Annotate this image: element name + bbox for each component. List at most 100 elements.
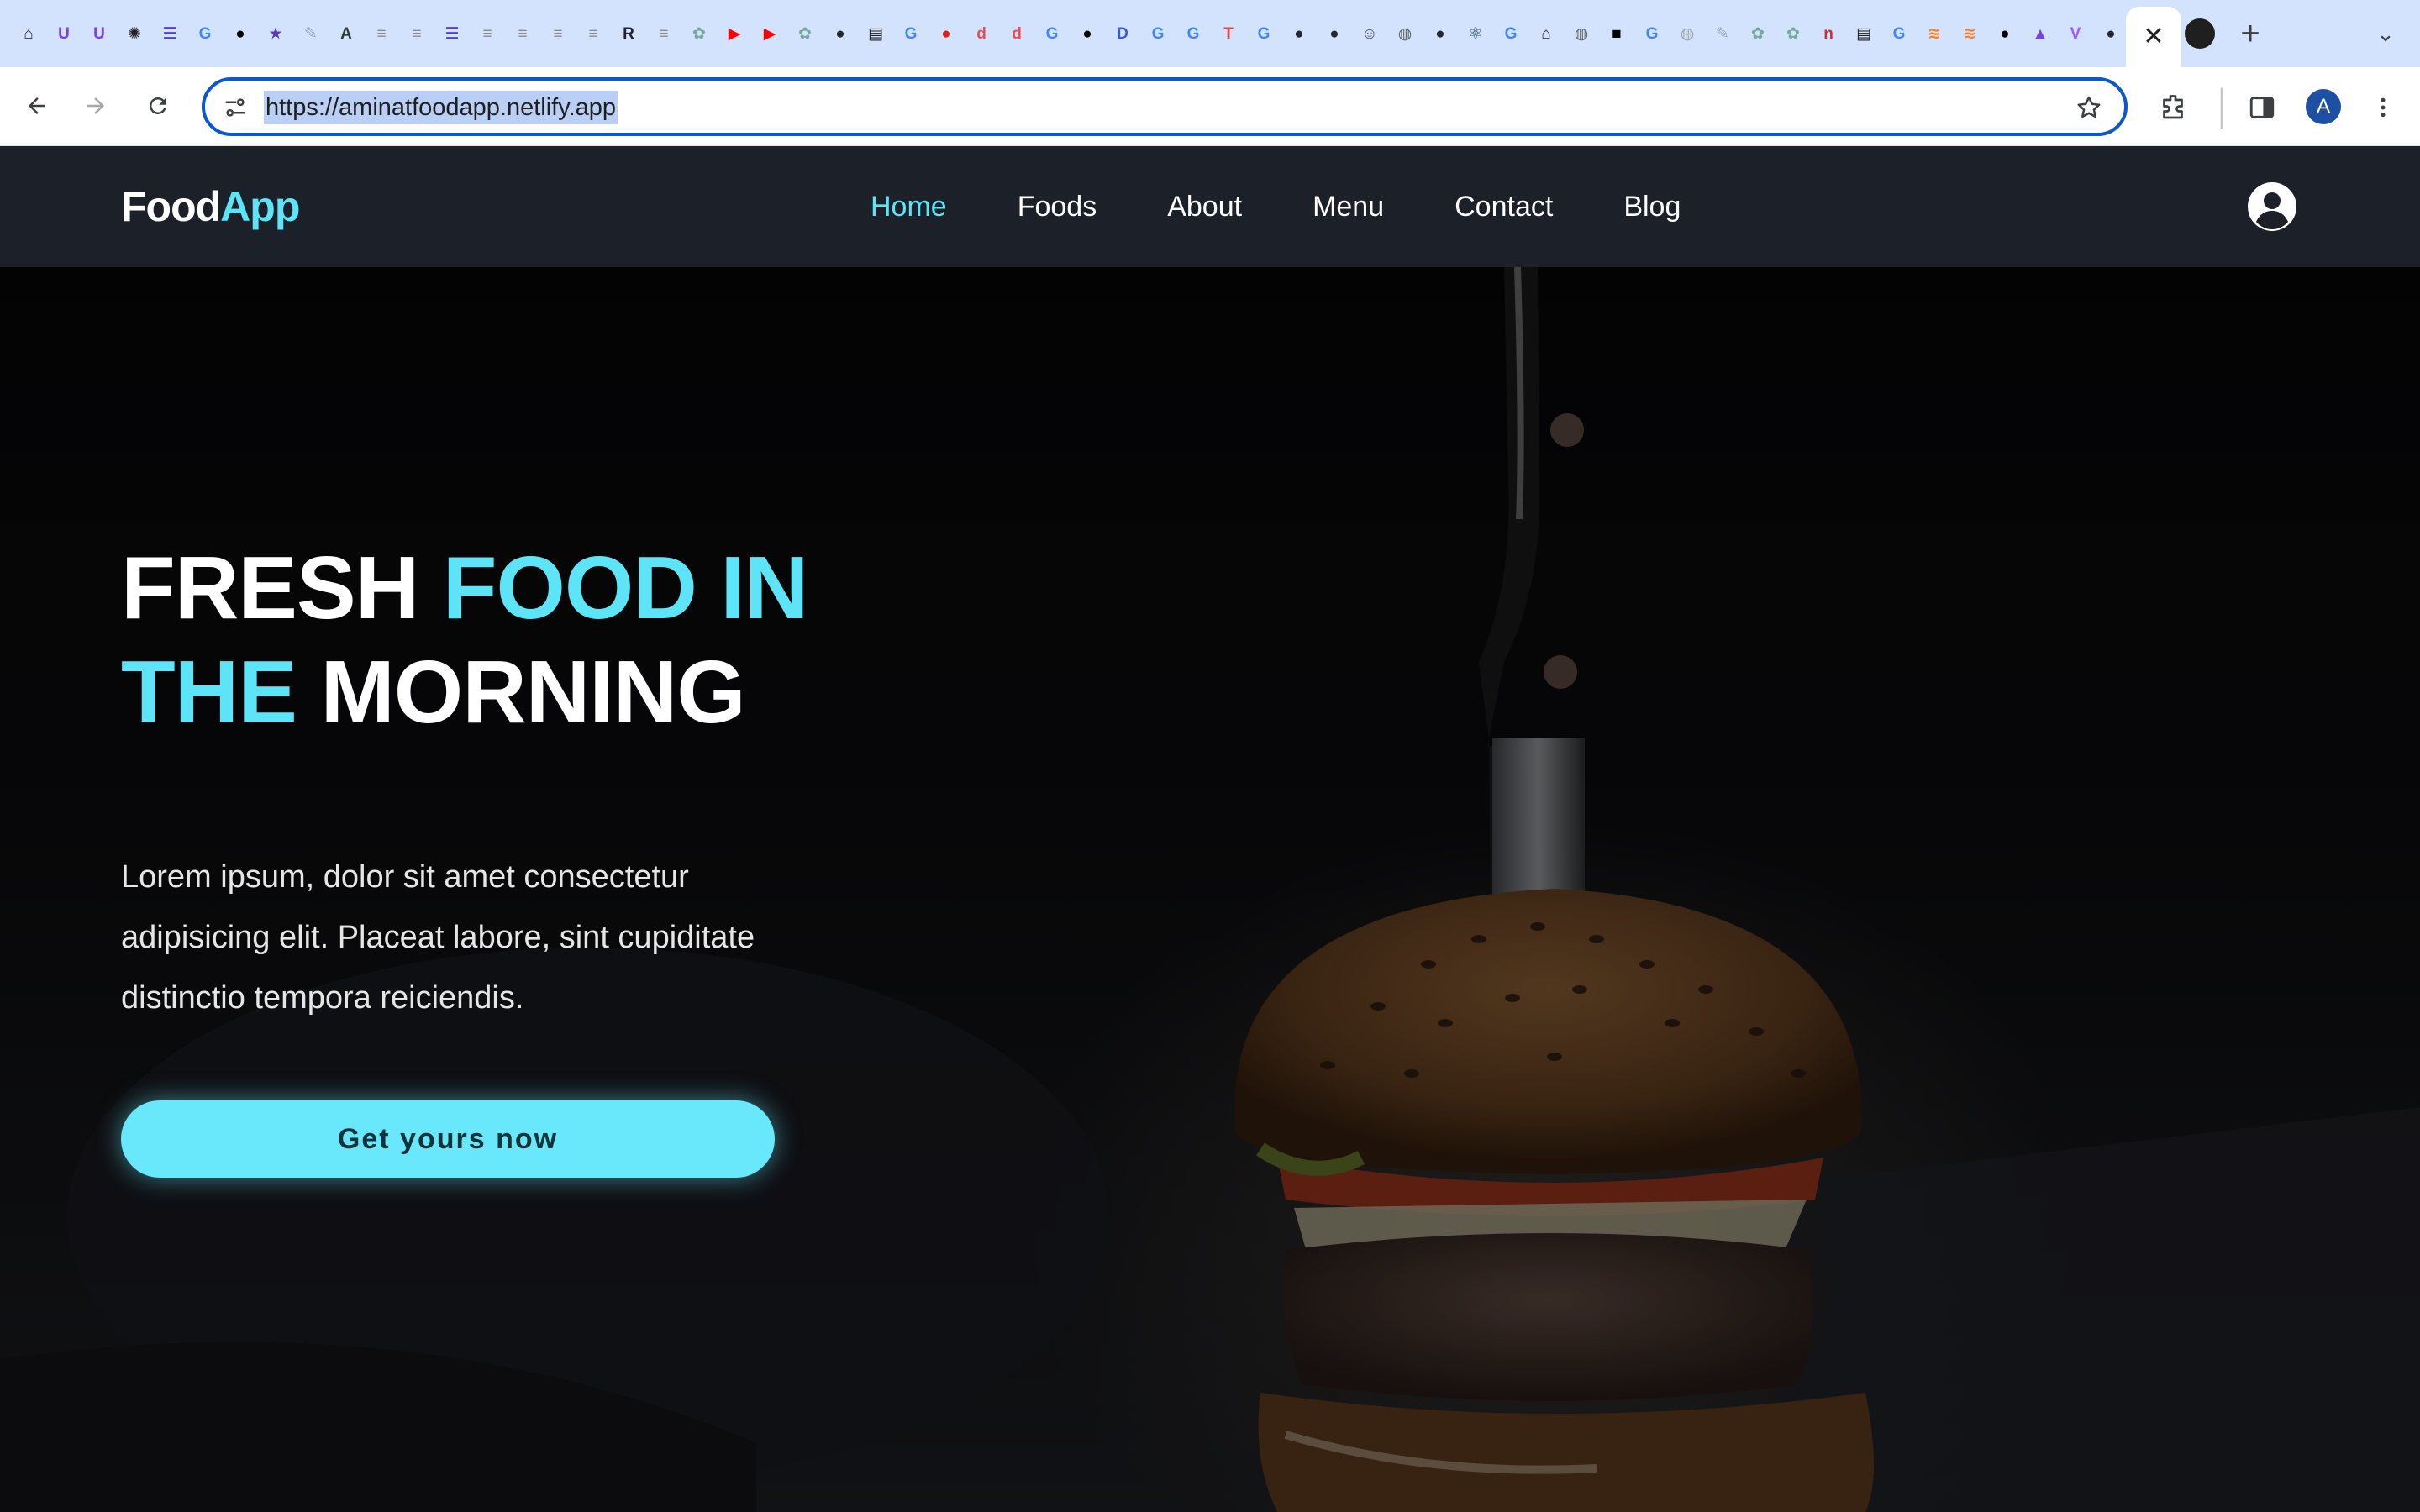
url-text[interactable]: https://aminatfoodapp.netlify.app	[264, 91, 618, 124]
doc-icon[interactable]: ≡	[403, 20, 430, 47]
sparkle-icon[interactable]: ✺	[121, 20, 148, 47]
list-icon[interactable]: ☰	[156, 20, 183, 47]
site-logo[interactable]: FoodApp	[121, 180, 300, 234]
doc-icon[interactable]: ≡	[474, 20, 501, 47]
globe-icon[interactable]: ◍	[1392, 20, 1418, 47]
stack-icon[interactable]: ≋	[1956, 20, 1983, 47]
active-tab[interactable]: ✕	[2126, 7, 2181, 67]
toolbar-divider: │	[2212, 88, 2234, 126]
google-icon[interactable]: G	[1250, 20, 1277, 47]
tune-icon	[225, 98, 245, 117]
github-icon[interactable]: ●	[1427, 20, 1454, 47]
doc-icon[interactable]: ≡	[544, 20, 571, 47]
box-icon[interactable]: ■	[1603, 20, 1630, 47]
nav-link-menu[interactable]: Menu	[1313, 180, 1384, 234]
feather-icon[interactable]: ✎	[1709, 20, 1736, 47]
d-icon[interactable]: D	[1109, 20, 1136, 47]
github-icon[interactable]: ●	[1286, 20, 1313, 47]
nav-link-about[interactable]: About	[1167, 180, 1242, 234]
u-icon[interactable]: U	[50, 20, 77, 47]
n-icon[interactable]: n	[1815, 20, 1842, 47]
medium-icon[interactable]: ●	[1074, 20, 1101, 47]
record-icon[interactable]: ●	[933, 20, 960, 47]
d-icon[interactable]: d	[968, 20, 995, 47]
tab-search-button[interactable]: ⌄	[2365, 13, 2407, 54]
feather-icon[interactable]: ✎	[297, 20, 324, 47]
google-icon[interactable]: G	[897, 20, 924, 47]
a-icon[interactable]: A	[333, 20, 360, 47]
vite-icon[interactable]: V	[2062, 20, 2089, 47]
google-icon[interactable]: G	[1886, 20, 1912, 47]
site-header: FoodApp Home Foods About Menu Contact Blog	[0, 146, 2420, 267]
notes-icon[interactable]: ▤	[862, 20, 889, 47]
hero-section: FRESH FOOD IN THE MORNING Lorem ipsum, d…	[0, 267, 2420, 1512]
globe-icon[interactable]: ◍	[1568, 20, 1595, 47]
hero-description: Lorem ipsum, dolor sit amet consectetur …	[121, 859, 755, 1016]
google-icon[interactable]: G	[1497, 20, 1524, 47]
main-nav: Home Foods About Menu Contact Blog	[871, 180, 1681, 234]
google-icon[interactable]: G	[1180, 20, 1207, 47]
hero-title-accent: THE	[121, 643, 297, 742]
reload-button[interactable]	[138, 86, 178, 126]
puzzle-icon	[2163, 95, 2183, 119]
doc-icon[interactable]: ≡	[650, 20, 677, 47]
doc-icon[interactable]: ≡	[509, 20, 536, 47]
hero-title-accent: FOOD IN	[442, 538, 809, 638]
globe-icon[interactable]: ◍	[1674, 20, 1701, 47]
medium-icon[interactable]: ●	[1991, 20, 2018, 47]
forward-button[interactable]	[76, 86, 116, 126]
openai-icon[interactable]: ✿	[1780, 20, 1807, 47]
openai-icon[interactable]: ✿	[1744, 20, 1771, 47]
extensions-button[interactable]	[2153, 87, 2193, 128]
nav-link-home[interactable]: Home	[871, 180, 947, 234]
get-yours-now-button[interactable]: Get yours now	[121, 1100, 775, 1178]
menu-kebab-icon[interactable]	[2363, 87, 2403, 128]
r-icon[interactable]: R	[615, 20, 642, 47]
reload-icon	[149, 97, 166, 114]
house-icon[interactable]: ⌂	[1533, 20, 1560, 47]
star-icon[interactable]: ★	[262, 20, 289, 47]
openai-icon[interactable]: ✿	[686, 20, 713, 47]
site-info-button[interactable]	[217, 89, 254, 126]
nav-link-foods[interactable]: Foods	[1018, 180, 1097, 234]
hero-title-word: FRESH	[121, 538, 419, 638]
bookmark-star-icon[interactable]	[2069, 87, 2109, 128]
medium-icon[interactable]: ●	[227, 20, 254, 47]
google-icon[interactable]: G	[1039, 20, 1065, 47]
nav-link-blog[interactable]: Blog	[1623, 180, 1681, 234]
side-panel-button[interactable]	[2242, 87, 2282, 128]
openai-icon[interactable]: ✿	[792, 20, 818, 47]
robot-icon[interactable]: ☺	[1356, 20, 1383, 47]
rocket-icon[interactable]: ▲	[2027, 20, 2054, 47]
youtube-icon[interactable]: ▶	[721, 20, 748, 47]
more-vert-icon	[2381, 97, 2386, 118]
browser-tab-strip: ⌂ U U ✺ ☰ G ● ★ ✎ A ≡ ≡ ☰ ≡ ≡ ≡ ≡ R ≡ ✿ ▶ ▶ ✿ ● ▤ G ● d d G ● D G G T G ● ● ☺ ◍…	[0, 0, 2420, 67]
stack-icon[interactable]: ≋	[1921, 20, 1948, 47]
google-icon[interactable]: G	[1639, 20, 1665, 47]
google-icon[interactable]: G	[192, 20, 218, 47]
u-icon[interactable]: U	[86, 20, 113, 47]
github-icon[interactable]	[2185, 18, 2215, 49]
side-panel-icon	[2249, 97, 2275, 118]
profile-avatar[interactable]: A	[2306, 89, 2341, 124]
t-icon[interactable]: T	[1215, 20, 1242, 47]
github-icon[interactable]: ●	[1321, 20, 1348, 47]
react-icon[interactable]: ⚛	[1462, 20, 1489, 47]
youtube-icon[interactable]: ▶	[756, 20, 783, 47]
list-icon[interactable]: ☰	[439, 20, 466, 47]
user-account-icon[interactable]	[2245, 180, 2299, 234]
d-icon[interactable]: d	[1003, 20, 1030, 47]
logo-word-food: Food	[121, 183, 221, 230]
doc-icon[interactable]: ≡	[580, 20, 607, 47]
arrow-right-icon	[87, 97, 104, 114]
doc-icon[interactable]: ≡	[368, 20, 395, 47]
notes-icon[interactable]: ▤	[1850, 20, 1877, 47]
back-button[interactable]	[17, 86, 57, 126]
house-icon[interactable]: ⌂	[15, 20, 42, 47]
google-icon[interactable]: G	[1144, 20, 1171, 47]
close-tab-icon[interactable]: ✕	[2143, 24, 2164, 50]
github-icon[interactable]: ●	[2097, 20, 2124, 47]
nav-link-contact[interactable]: Contact	[1455, 180, 1553, 234]
github-icon[interactable]: ●	[827, 20, 854, 47]
new-tab-button[interactable]: +	[2230, 13, 2270, 54]
